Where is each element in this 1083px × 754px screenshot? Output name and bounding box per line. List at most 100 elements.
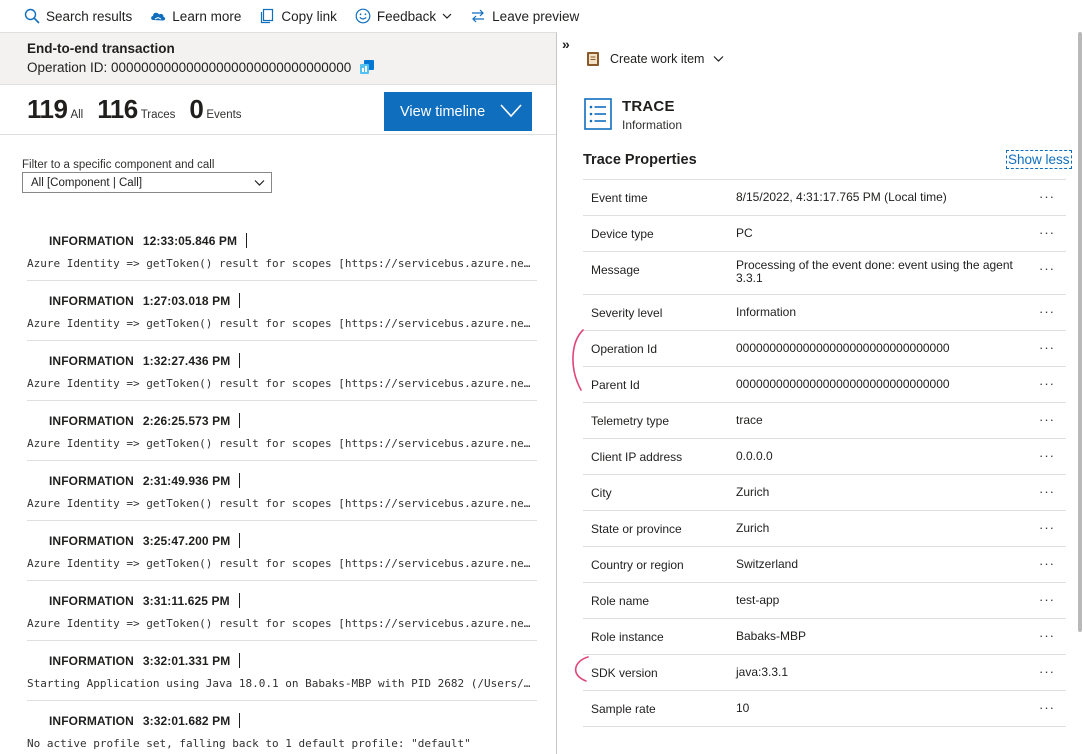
copy-to-clipboard-icon[interactable] xyxy=(359,59,375,75)
property-key: Event time xyxy=(591,191,648,205)
more-options-button[interactable]: ··· xyxy=(1039,412,1055,427)
more-options-button[interactable]: ··· xyxy=(1039,340,1055,355)
property-value: Babaks-MBP xyxy=(736,629,807,643)
property-row: Role name test-app ··· xyxy=(583,583,1066,619)
component-filter-dropdown[interactable]: All [Component | Call] xyxy=(22,172,272,193)
show-less-link[interactable]: Show less xyxy=(1006,150,1072,169)
feedback-button[interactable]: Feedback xyxy=(355,0,452,32)
more-options-button[interactable]: ··· xyxy=(1039,189,1055,204)
property-value: Zurich xyxy=(736,485,770,499)
more-options-button[interactable]: ··· xyxy=(1039,520,1055,535)
trace-row[interactable]: INFORMATION 2:31:49.936 PM Azure Identity… xyxy=(0,461,556,521)
collapse-panel-button[interactable]: » xyxy=(562,36,570,52)
divider xyxy=(239,653,241,668)
annotation-bracket xyxy=(572,329,584,391)
count-all[interactable]: 119 All xyxy=(27,94,83,125)
property-key: Role instance xyxy=(591,630,664,644)
divider xyxy=(246,233,248,248)
property-value: 00000000000000000000000000000000 xyxy=(736,377,950,391)
more-options-button[interactable]: ··· xyxy=(1039,376,1055,391)
trace-level: INFORMATION xyxy=(49,293,134,308)
trace-header: INFORMATION 3:31:11.625 PM xyxy=(49,593,240,608)
property-row: Device type PC ··· xyxy=(583,216,1066,252)
vertical-scrollbar[interactable] xyxy=(1078,32,1082,632)
trace-row[interactable]: INFORMATION 2:26:25.573 PM Azure Identity… xyxy=(0,401,556,461)
trace-row[interactable]: INFORMATION 1:32:27.436 PM Azure Identity… xyxy=(0,341,556,401)
trace-type-title: TRACE xyxy=(622,98,675,115)
copy-icon xyxy=(261,8,274,24)
trace-row[interactable]: INFORMATION 3:31:11.625 PM Azure Identity… xyxy=(0,581,556,641)
trace-time: 3:32:01.331 PM xyxy=(142,653,231,668)
more-options-button[interactable]: ··· xyxy=(1039,628,1055,643)
trace-row[interactable]: INFORMATION 1:27:03.018 PM Azure Identity… xyxy=(0,281,556,341)
trace-time: 1:27:03.018 PM xyxy=(142,293,231,308)
properties-table: Event time 8/15/2022, 4:31:17.765 PM (Loc… xyxy=(583,179,1066,727)
count-all-number: 119 xyxy=(27,94,68,124)
count-events[interactable]: 0 Events xyxy=(189,94,241,125)
property-key: Device type xyxy=(591,227,654,241)
component-filter: Filter to a specific component and call … xyxy=(22,159,272,193)
transaction-panel: End-to-end transaction Operation ID: 000… xyxy=(0,32,557,754)
work-item-icon xyxy=(587,52,599,66)
divider xyxy=(238,593,240,608)
learn-more-button[interactable]: Learn more xyxy=(150,0,241,32)
search-results-label: Search results xyxy=(46,8,133,24)
trace-header-block: TRACE Information xyxy=(584,98,682,132)
trace-message: Azure Identity => getToken() result for … xyxy=(27,617,535,630)
create-work-item-button[interactable]: Create work item xyxy=(585,51,724,67)
transaction-title: End-to-end transaction xyxy=(27,41,175,56)
trace-message: Azure Identity => getToken() result for … xyxy=(27,317,535,330)
property-key: Role name xyxy=(591,594,650,608)
trace-message: Azure Identity => getToken() result for … xyxy=(27,557,535,570)
trace-row[interactable]: INFORMATION 12:33:05.846 PM Azure Identit… xyxy=(0,221,556,281)
trace-row[interactable]: INFORMATION 3:25:47.200 PM Azure Identity… xyxy=(0,521,556,581)
count-events-number: 0 xyxy=(189,94,204,124)
chevron-down-icon xyxy=(500,104,522,118)
property-row: Operation Id 0000000000000000000000000000… xyxy=(583,331,1066,367)
leave-preview-button[interactable]: Leave preview xyxy=(470,0,579,32)
property-row: Parent Id 0000000000000000000000000000000… xyxy=(583,367,1066,403)
more-options-button[interactable]: ··· xyxy=(1039,261,1055,276)
trace-time: 2:26:25.573 PM xyxy=(142,413,231,428)
property-value: 8/15/2022, 4:31:17.765 PM (Local time) xyxy=(736,190,947,204)
view-timeline-button[interactable]: View timeline xyxy=(384,92,532,131)
trace-header: INFORMATION 3:32:01.331 PM xyxy=(49,653,241,668)
property-value: 0.0.0.0 xyxy=(736,449,773,463)
trace-row[interactable]: INFORMATION 3:32:01.331 PM Starting Appli… xyxy=(0,641,556,701)
trace-time: 3:25:47.200 PM xyxy=(142,533,231,548)
more-options-button[interactable]: ··· xyxy=(1039,664,1055,679)
property-value: Information xyxy=(736,305,797,319)
trace-time: 1:32:27.436 PM xyxy=(142,353,231,368)
property-value: 00000000000000000000000000000000 xyxy=(736,341,950,355)
property-row: Severity level Information ··· xyxy=(583,295,1066,331)
more-options-button[interactable]: ··· xyxy=(1039,592,1055,607)
filter-selected-value: All [Component | Call] xyxy=(31,176,143,189)
trace-row[interactable]: INFORMATION 3:32:01.682 PM No active prof… xyxy=(0,701,556,754)
trace-header: INFORMATION 1:32:27.436 PM xyxy=(49,353,241,368)
property-value: Switzerland xyxy=(736,557,799,571)
more-options-button[interactable]: ··· xyxy=(1039,448,1055,463)
trace-header: INFORMATION 12:33:05.846 PM xyxy=(49,233,248,248)
chevron-down-icon xyxy=(442,13,452,19)
trace-time: 3:31:11.625 PM xyxy=(142,593,230,608)
property-row: State or province Zurich ··· xyxy=(583,511,1066,547)
property-key: Parent Id xyxy=(591,378,640,392)
property-value: test-app xyxy=(736,593,780,607)
more-options-button[interactable]: ··· xyxy=(1039,556,1055,571)
trace-list: INFORMATION 12:33:05.846 PM Azure Identit… xyxy=(0,221,556,754)
trace-message: Starting Application using Java 18.0.1 o… xyxy=(27,677,535,690)
count-traces[interactable]: 116 Traces xyxy=(97,94,175,125)
more-options-button[interactable]: ··· xyxy=(1039,304,1055,319)
trace-header: INFORMATION 2:26:25.573 PM xyxy=(49,413,241,428)
search-icon xyxy=(24,8,40,24)
count-all-label: All xyxy=(70,109,84,121)
more-options-button[interactable]: ··· xyxy=(1039,484,1055,499)
more-options-button[interactable]: ··· xyxy=(1039,700,1055,715)
search-results-button[interactable]: Search results xyxy=(24,0,132,32)
copy-link-button[interactable]: Copy link xyxy=(259,0,337,32)
operation-id: Operation ID: 00000000000000000000000000… xyxy=(27,59,556,75)
property-row: Role instance Babaks-MBP ··· xyxy=(583,619,1066,655)
cloud-book-icon xyxy=(151,12,166,21)
more-options-button[interactable]: ··· xyxy=(1039,225,1055,240)
property-value: Processing of the event done: event usin… xyxy=(736,258,1013,285)
